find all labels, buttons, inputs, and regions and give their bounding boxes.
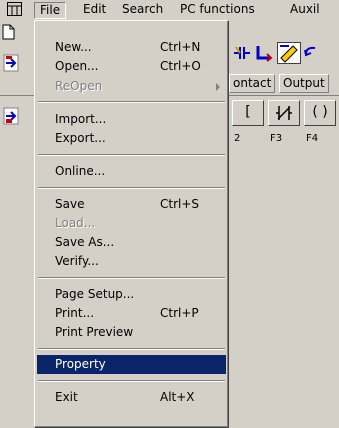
fkey-label-f3: F3	[270, 133, 283, 144]
menu-item-export[interactable]: Export...	[37, 129, 226, 148]
menu-item-print-preview[interactable]: Print Preview	[37, 323, 226, 342]
menu-separator	[38, 101, 225, 103]
menu-item-save[interactable]: Save Ctrl+S	[37, 195, 226, 214]
menu-item-import[interactable]: Import...	[37, 110, 226, 129]
import-arrow-icon[interactable]	[3, 54, 19, 72]
menu-item-new[interactable]: New... Ctrl+N	[37, 38, 226, 57]
menu-item-reopen[interactable]: ReOpen	[37, 77, 226, 96]
menu-item-verify[interactable]: Verify...	[37, 252, 226, 271]
menu-separator	[38, 277, 225, 279]
new-document-icon[interactable]	[2, 24, 15, 40]
tab-output[interactable]: Output	[279, 74, 329, 93]
menu-edit[interactable]: Edit	[83, 2, 106, 17]
export-arrow-icon[interactable]	[3, 107, 19, 125]
edit-mode-icon[interactable]	[277, 42, 301, 64]
tab-contact[interactable]: ontact	[229, 74, 276, 93]
menu-item-property[interactable]: Property	[37, 355, 226, 374]
menu-search[interactable]: Search	[122, 2, 163, 17]
menu-item-load[interactable]: Load...	[37, 214, 226, 233]
menu-item-online[interactable]: Online...	[37, 162, 226, 181]
menu-bar: File Edit Search PC functions Auxil	[0, 0, 339, 19]
menu-item-open[interactable]: Open... Ctrl+O	[37, 57, 226, 76]
menu-item-save-as[interactable]: Save As...	[37, 233, 226, 252]
menu-item-print[interactable]: Print... Ctrl+P	[37, 304, 226, 323]
fkey-label-f2: 2	[234, 133, 241, 144]
menu-pc-functions[interactable]: PC functions	[180, 2, 255, 17]
menu-separator	[38, 154, 225, 156]
nc-contact-icon	[276, 106, 292, 120]
contact-tool-icon[interactable]	[232, 44, 252, 62]
output-tool-icon[interactable]	[255, 44, 277, 62]
menu-separator	[38, 348, 225, 350]
fkey-label-f4: F4	[306, 133, 319, 144]
ladder-nc-contact-button[interactable]	[268, 100, 300, 126]
menu-item-page-setup[interactable]: Page Setup...	[37, 285, 226, 304]
file-menu: New... Ctrl+N Open... Ctrl+O ReOpen Impo…	[34, 20, 229, 428]
app-icon[interactable]	[7, 2, 22, 16]
ladder-coil-button[interactable]: ( )	[304, 100, 336, 126]
submenu-arrow-icon	[216, 83, 220, 91]
menu-item-exit[interactable]: Exit Alt+X	[37, 388, 226, 407]
menu-separator	[38, 380, 225, 382]
menu-separator	[38, 187, 225, 189]
menu-auxiliary[interactable]: Auxil	[290, 2, 320, 17]
ladder-contact-button[interactable]: [	[232, 100, 264, 126]
menu-file[interactable]: File	[34, 2, 67, 19]
undo-icon[interactable]	[303, 44, 321, 62]
